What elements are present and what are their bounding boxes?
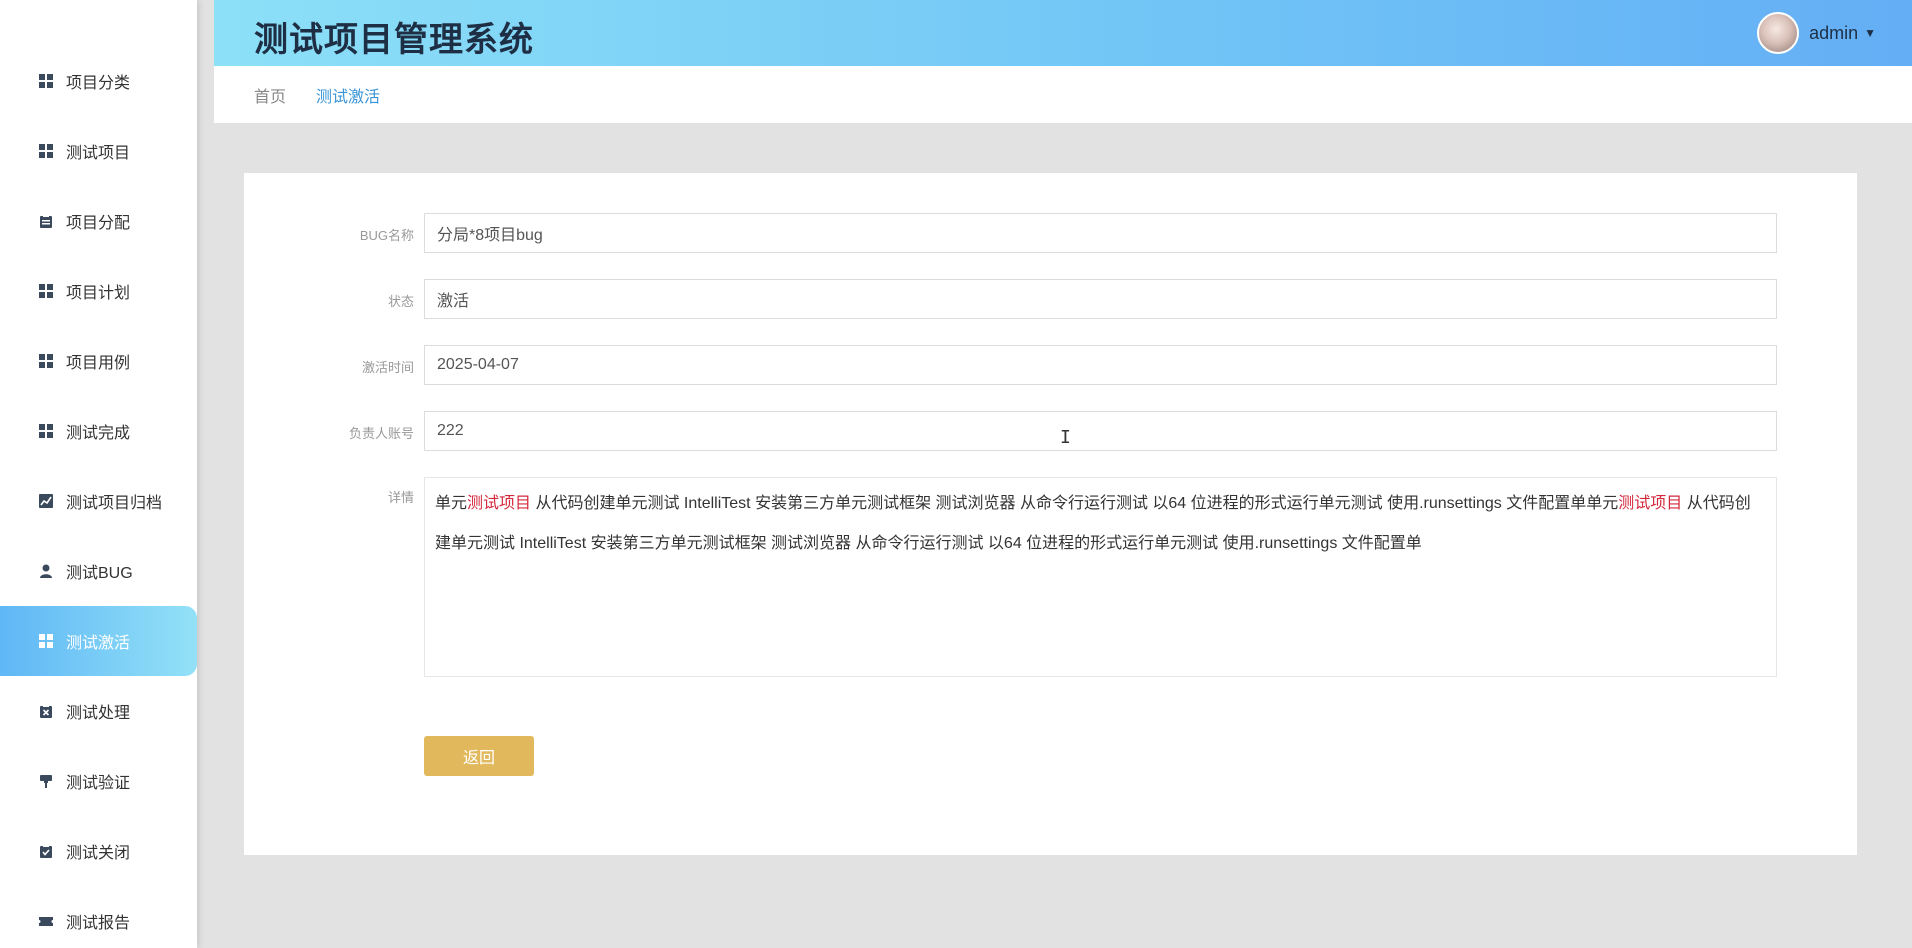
sidebar-item-label: 测试项目 bbox=[66, 145, 131, 162]
grid-icon bbox=[38, 633, 54, 649]
sidebar-item-test-report[interactable]: 测试报告 bbox=[0, 886, 197, 948]
status-input[interactable] bbox=[424, 279, 1777, 319]
grid-icon bbox=[38, 423, 54, 439]
sidebar-item-project-category[interactable]: 项目分类 bbox=[0, 46, 197, 116]
brush-icon bbox=[38, 773, 54, 789]
sidebar-item-project-assignment[interactable]: 项目分配 bbox=[0, 186, 197, 256]
sidebar-item-test-archive[interactable]: 测试项目归档 bbox=[0, 466, 197, 536]
activation-time-input[interactable] bbox=[424, 345, 1777, 385]
sidebar-item-label: 测试验证 bbox=[66, 775, 131, 792]
sidebar-item-label: 测试处理 bbox=[66, 705, 131, 722]
details-label: 详情 bbox=[387, 490, 414, 505]
ticket-icon bbox=[38, 913, 54, 929]
breadcrumb-current: 测试激活 bbox=[316, 88, 381, 106]
sidebar-item-project-plan[interactable]: 项目计划 bbox=[0, 256, 197, 326]
sidebar-item-label: 测试激活 bbox=[66, 635, 131, 652]
sidebar-item-label: 项目用例 bbox=[66, 355, 131, 372]
sidebar-item-label: 项目计划 bbox=[66, 285, 131, 302]
user-name: admin bbox=[1809, 22, 1859, 43]
grid-icon bbox=[38, 73, 54, 89]
bug-name-label: BUG名称 bbox=[359, 228, 414, 243]
owner-account-label: 负责人账号 bbox=[348, 426, 414, 441]
avatar[interactable] bbox=[1757, 12, 1800, 54]
sidebar-item-test-activate[interactable]: 测试激活 bbox=[0, 606, 197, 676]
top-header: 测试项目管理系统 admin ▼ bbox=[214, 0, 1912, 66]
details-content[interactable]: 单元测试项目 从代码创建单元测试 IntelliTest 安装第三方单元测试框架… bbox=[424, 477, 1777, 677]
details-highlight: 测试项目 bbox=[1618, 495, 1683, 512]
text-cursor-icon: I bbox=[1060, 427, 1071, 448]
owner-account-input[interactable] bbox=[424, 411, 1777, 451]
sidebar-item-test-complete[interactable]: 测试完成 bbox=[0, 396, 197, 466]
sidebar-item-label: 测试报告 bbox=[66, 915, 131, 932]
chart-icon bbox=[38, 493, 54, 509]
details-text: 单元 bbox=[435, 495, 468, 512]
details-text: 从代码创建单元测试 IntelliTest 安装第三方单元测试框架 测试浏览器 … bbox=[531, 495, 1619, 512]
caret-down-icon[interactable]: ▼ bbox=[1864, 26, 1876, 40]
sidebar-item-project-case[interactable]: 项目用例 bbox=[0, 326, 197, 396]
breadcrumb-home[interactable]: 首页 bbox=[254, 83, 286, 107]
sidebar-menu: 项目分类 测试项目 项目分配 项目计划 项目用例 测试完成 测试项目归档 测试B… bbox=[0, 46, 197, 948]
sidebar-item-label: 测试BUG bbox=[66, 565, 133, 582]
sidebar-item-test-project[interactable]: 测试项目 bbox=[0, 116, 197, 186]
grid-icon bbox=[38, 353, 54, 369]
bug-name-input[interactable] bbox=[424, 213, 1777, 253]
detail-form-card: BUG名称 状态 激活时间 负责人账号 详情 单元测试项目 从代码创建单元测试 … bbox=[244, 173, 1857, 855]
breadcrumb: 首页 测试激活 bbox=[214, 66, 1912, 123]
sidebar-item-label: 测试完成 bbox=[66, 425, 131, 442]
sidebar-item-label: 测试关闭 bbox=[66, 845, 131, 862]
clipboard-x-icon bbox=[38, 703, 54, 719]
status-label: 状态 bbox=[387, 294, 414, 309]
sidebar-item-label: 测试项目归档 bbox=[66, 495, 163, 512]
clipboard-check-icon bbox=[38, 843, 54, 859]
back-button[interactable]: 返回 bbox=[424, 736, 534, 776]
sidebar-item-label: 项目分配 bbox=[66, 215, 131, 232]
sidebar-item-test-bug[interactable]: 测试BUG bbox=[0, 536, 197, 606]
sidebar-item-test-verify[interactable]: 测试验证 bbox=[0, 746, 197, 816]
grid-icon bbox=[38, 283, 54, 299]
user-menu[interactable]: admin ▼ bbox=[1757, 12, 1876, 54]
grid-icon bbox=[38, 143, 54, 159]
activation-time-label: 激活时间 bbox=[361, 360, 414, 375]
sidebar-item-label: 项目分类 bbox=[66, 75, 131, 92]
user-icon bbox=[38, 563, 54, 579]
details-highlight: 测试项目 bbox=[467, 495, 532, 512]
page-title: 测试项目管理系统 bbox=[254, 21, 534, 59]
sidebar-item-test-handle[interactable]: 测试处理 bbox=[0, 676, 197, 746]
sidebar: 项目分类 测试项目 项目分配 项目计划 项目用例 测试完成 测试项目归档 测试B… bbox=[0, 0, 197, 948]
sidebar-item-test-close[interactable]: 测试关闭 bbox=[0, 816, 197, 886]
clipboard-icon bbox=[38, 213, 54, 229]
